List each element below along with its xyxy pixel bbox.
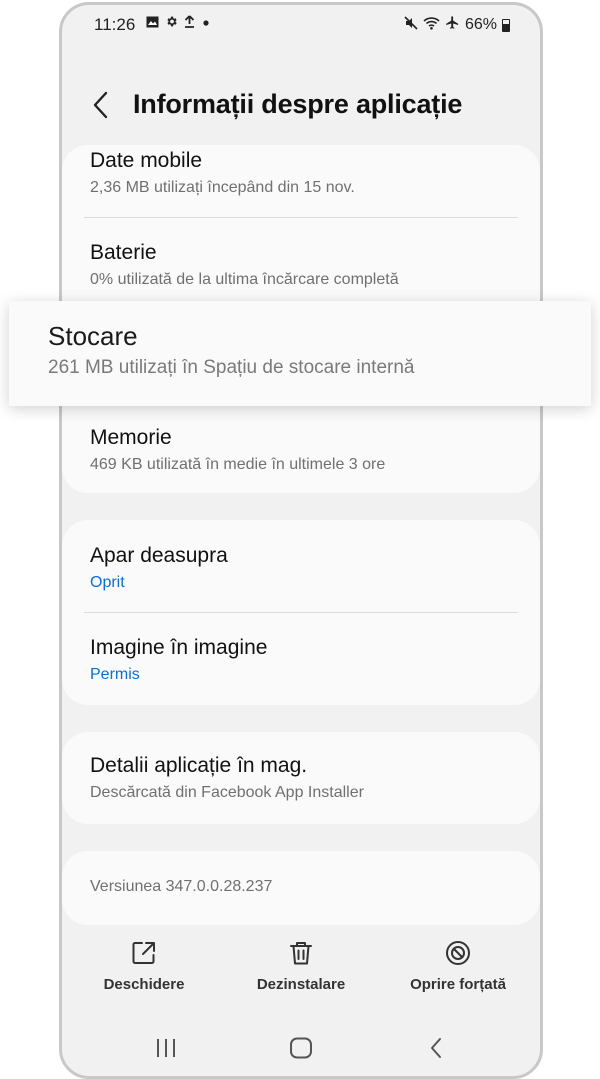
open-external-icon [132, 942, 155, 964]
chevron-left-icon [93, 91, 108, 119]
row-status: Oprit [90, 574, 125, 591]
mute-icon [404, 15, 418, 34]
back-icon [431, 1038, 441, 1058]
version-text: Versiunea 347.0.0.28.237 [90, 878, 273, 895]
list-item-appear-on-top[interactable]: Apar deasupra Oprit [90, 544, 516, 592]
list-item-battery[interactable]: Baterie 0% utilizată de la ultima încărc… [90, 241, 516, 289]
list-item-picture-in-picture[interactable]: Imagine în imagine Permis [90, 636, 516, 684]
row-title: Date mobile [90, 149, 203, 172]
gear-icon [165, 15, 178, 30]
row-title: Baterie [90, 241, 157, 264]
back-button[interactable] [86, 87, 116, 123]
list-item-storage[interactable]: Stocare 261 MB utilizați în Spațiu de st… [9, 301, 591, 406]
uninstall-button[interactable]: Dezinstalare [226, 940, 376, 993]
phone-frame: 11:26 66% Informații despre aplicație Da… [59, 2, 543, 1079]
row-subtitle: 469 KB utilizată în medie în ultimele 3 … [90, 456, 386, 473]
home-button[interactable] [289, 1037, 313, 1064]
battery-icon [502, 19, 510, 32]
status-time: 11:26 [94, 15, 136, 34]
block-icon [446, 941, 470, 965]
bottom-action-bar: Deschidere Dezinstalare Oprire forțată [62, 940, 540, 1010]
wifi-icon [423, 16, 440, 34]
force-stop-button[interactable]: Oprire forțată [383, 940, 533, 993]
divider [84, 217, 518, 218]
action-label: Oprire forțată [410, 976, 506, 993]
row-subtitle: Descărcată din Facebook App Installer [90, 784, 364, 801]
trash-icon [290, 942, 312, 965]
store-card: Detalii aplicație în mag. Descărcată din… [62, 732, 540, 824]
action-label: Deschidere [103, 976, 185, 993]
airplane-icon [445, 15, 460, 34]
recents-button[interactable] [155, 1037, 177, 1064]
row-subtitle: 0% utilizată de la ultima încărcare comp… [90, 271, 399, 288]
row-title: Stocare [48, 321, 138, 351]
image-icon [146, 16, 159, 30]
back-nav-button[interactable] [428, 1037, 444, 1064]
upload-icon [184, 15, 195, 30]
row-status: Permis [90, 666, 140, 683]
battery-percent: 66% [464, 15, 497, 33]
version-card: Versiunea 347.0.0.28.237 [62, 851, 540, 925]
row-subtitle: 261 MB utilizați în Spațiu de stocare in… [48, 357, 415, 378]
dot-icon [201, 16, 211, 30]
list-item-mobile-data[interactable]: Date mobile 2,36 MB utilizați începând d… [90, 149, 516, 197]
list-item-store-details[interactable]: Detalii aplicație în mag. Descărcată din… [90, 754, 516, 802]
open-button[interactable]: Deschidere [69, 940, 219, 993]
row-subtitle: 2,36 MB utilizați începând din 15 nov. [90, 179, 355, 196]
row-title: Memorie [90, 426, 172, 449]
app-bar: Informații despre aplicație [62, 83, 540, 127]
action-label: Dezinstalare [256, 976, 346, 993]
divider [84, 612, 518, 613]
row-title: Detalii aplicație în mag. [90, 754, 308, 777]
permissions-card: Apar deasupra Oprit Imagine în imagine P… [62, 520, 540, 705]
page-title: Informații despre aplicație [133, 89, 463, 119]
status-bar: 11:26 66% [62, 5, 540, 45]
row-title: Imagine în imagine [90, 636, 268, 659]
row-title: Apar deasupra [90, 544, 228, 567]
list-item-memory[interactable]: Memorie 469 KB utilizată în medie în ult… [90, 426, 516, 474]
recents-icon [157, 1039, 175, 1057]
home-icon [290, 1037, 312, 1059]
navigation-bar [62, 1033, 540, 1073]
